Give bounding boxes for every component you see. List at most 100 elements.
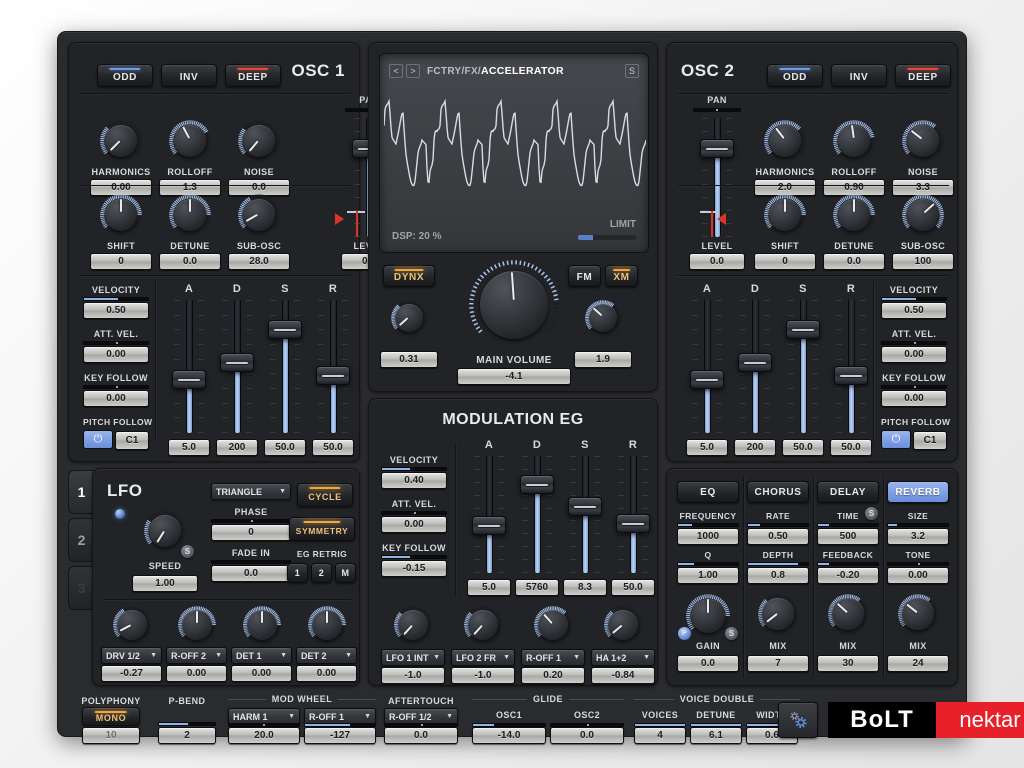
- modeg-route-knob-1[interactable]: [463, 605, 503, 645]
- fader-cap[interactable]: [268, 320, 302, 339]
- eq-s-button[interactable]: S: [725, 627, 738, 640]
- osc2-pitch-follow-toggle[interactable]: ⏻: [881, 430, 911, 449]
- osc2-knob-rolloff[interactable]: [832, 119, 876, 163]
- lfo-route-value-1[interactable]: 0.00: [166, 665, 227, 682]
- fx-delay-p1-bar[interactable]: [817, 523, 879, 527]
- osc1-adsr-value-R[interactable]: 50.0: [312, 439, 354, 456]
- voicedouble-value-0[interactable]: 4: [634, 727, 686, 744]
- xm-value[interactable]: 1.9: [574, 351, 632, 368]
- osc2-adsr-value-R[interactable]: 50.0: [830, 439, 872, 456]
- fx-tab-delay[interactable]: DELAY: [817, 481, 879, 503]
- fx-chorus-p2-value[interactable]: 0.8: [747, 567, 809, 584]
- modeg-route-knob-0[interactable]: [393, 605, 433, 645]
- modeg-adsr-value-S[interactable]: 8.3: [563, 579, 607, 596]
- osc1-pitch-follow-toggle[interactable]: ⏻: [83, 430, 113, 449]
- fader-cap[interactable]: [568, 497, 602, 516]
- pbend-value[interactable]: 2: [158, 727, 216, 744]
- main-volume-knob[interactable]: [468, 259, 560, 351]
- osc1-knob-detune[interactable]: [168, 193, 212, 237]
- lfo-speed-sync-badge[interactable]: S: [181, 545, 194, 558]
- voicedouble-value-1[interactable]: 6.1: [690, 727, 742, 744]
- fx-delay-sync-badge[interactable]: S: [865, 507, 878, 520]
- fx-delay-p2-bar[interactable]: [817, 562, 879, 566]
- osc1-mod-bar-2[interactable]: [83, 385, 149, 389]
- fx-tab-eq[interactable]: EQ: [677, 481, 739, 503]
- modeg-mod-bar-1[interactable]: [381, 511, 447, 515]
- osc2-level-marker[interactable]: [717, 213, 726, 225]
- osc1-button-odd[interactable]: ODD: [97, 64, 153, 87]
- eq-p-button[interactable]: P: [678, 627, 691, 640]
- lfo-phase-value[interactable]: 0: [211, 524, 291, 541]
- osc2-mod-bar-0[interactable]: [881, 297, 947, 301]
- xm-button[interactable]: XM: [605, 265, 638, 287]
- fader-cap[interactable]: [472, 516, 506, 535]
- pbend-bar[interactable]: [158, 722, 216, 726]
- modeg-route-value-3[interactable]: -0.84: [591, 667, 655, 684]
- osc2-button-inv[interactable]: INV: [831, 64, 887, 87]
- modeg-route-select-2[interactable]: R-OFF 1▼: [521, 649, 585, 666]
- modeg-route-value-1[interactable]: -1.0: [451, 667, 515, 684]
- fx-eq-p1-bar[interactable]: [677, 523, 739, 527]
- fx-eq-p1-value[interactable]: 1000: [677, 528, 739, 545]
- fader-cap[interactable]: [700, 139, 734, 158]
- osc2-adsr-fader-R[interactable]: [834, 299, 868, 433]
- osc2-mod-value-0[interactable]: 0.50: [881, 302, 947, 319]
- osc2-value-subosc[interactable]: 100: [892, 253, 954, 270]
- fx-reverb-p2-value[interactable]: 0.00: [887, 567, 949, 584]
- lfo-route-select-1[interactable]: R-OFF 2▼: [166, 647, 227, 664]
- modwheel-value-0[interactable]: 20.0: [228, 727, 300, 744]
- lfo-route-value-0[interactable]: -0.27: [101, 665, 162, 682]
- fx-reverb-knob[interactable]: [897, 593, 939, 635]
- osc1-adsr-fader-R[interactable]: [316, 299, 350, 433]
- polyphony-mode-button[interactable]: MONO: [82, 707, 140, 726]
- fx-eq-p2-value[interactable]: 1.00: [677, 567, 739, 584]
- osc2-value-shift[interactable]: 0: [754, 253, 816, 270]
- lfo-route-knob-3[interactable]: [307, 605, 347, 645]
- modeg-adsr-value-R[interactable]: 50.0: [611, 579, 655, 596]
- settings-gear-button[interactable]: [778, 702, 818, 738]
- lfo-route-knob-2[interactable]: [242, 605, 282, 645]
- modeg-mod-value-0[interactable]: 0.40: [381, 472, 447, 489]
- modeg-adsr-fader-A[interactable]: [472, 455, 506, 573]
- osc1-adsr-value-D[interactable]: 200: [216, 439, 258, 456]
- osc1-knob-subosc[interactable]: [237, 193, 281, 237]
- fader-cap[interactable]: [834, 366, 868, 385]
- osc1-level-marker[interactable]: [335, 213, 344, 225]
- osc1-adsr-value-A[interactable]: 5.0: [168, 439, 210, 456]
- fader-cap[interactable]: [316, 366, 350, 385]
- osc1-knob-harmonics[interactable]: [99, 119, 143, 163]
- osc1-mod-value-2[interactable]: 0.00: [83, 390, 149, 407]
- lfo-tab-3[interactable]: 3: [68, 566, 94, 610]
- fm-button[interactable]: FM: [568, 265, 601, 287]
- fader-cap[interactable]: [786, 320, 820, 339]
- lfo-speed-knob[interactable]: [143, 509, 187, 553]
- osc1-mod-bar-0[interactable]: [83, 297, 149, 301]
- lfo-fade-value[interactable]: 0.0: [211, 565, 291, 582]
- fx-chorus-knob[interactable]: [757, 593, 799, 635]
- osc2-mod-bar-2[interactable]: [881, 385, 947, 389]
- fx-delay-knob-value[interactable]: 30: [817, 655, 879, 672]
- osc1-adsr-value-S[interactable]: 50.0: [264, 439, 306, 456]
- lfo-route-value-3[interactable]: 0.00: [296, 665, 357, 682]
- osc1-adsr-fader-S[interactable]: [268, 299, 302, 433]
- osc1-value-detune[interactable]: 0.0: [159, 253, 221, 270]
- osc2-adsr-fader-S[interactable]: [786, 299, 820, 433]
- osc1-knob-shift[interactable]: [99, 193, 143, 237]
- osc2-knob-subosc[interactable]: [901, 193, 945, 237]
- osc2-knob-noise[interactable]: [901, 119, 945, 163]
- modeg-mod-bar-2[interactable]: [381, 555, 447, 559]
- lfo-tab-2[interactable]: 2: [68, 518, 94, 562]
- osc2-mod-value-2[interactable]: 0.00: [881, 390, 947, 407]
- fader-cap[interactable]: [172, 370, 206, 389]
- polyphony-value[interactable]: 10: [82, 727, 140, 744]
- osc2-pan-bar[interactable]: [693, 108, 741, 112]
- lfo-cycle-button[interactable]: CYCLE: [297, 483, 353, 507]
- fx-delay-knob[interactable]: [827, 593, 869, 635]
- osc1-knob-noise[interactable]: [237, 119, 281, 163]
- modeg-route-knob-2[interactable]: [533, 605, 573, 645]
- xm-knob[interactable]: [584, 299, 622, 337]
- lfo-route-value-2[interactable]: 0.00: [231, 665, 292, 682]
- osc2-knob-detune[interactable]: [832, 193, 876, 237]
- fx-chorus-knob-value[interactable]: 7: [747, 655, 809, 672]
- lfo-route-select-3[interactable]: DET 2▼: [296, 647, 357, 664]
